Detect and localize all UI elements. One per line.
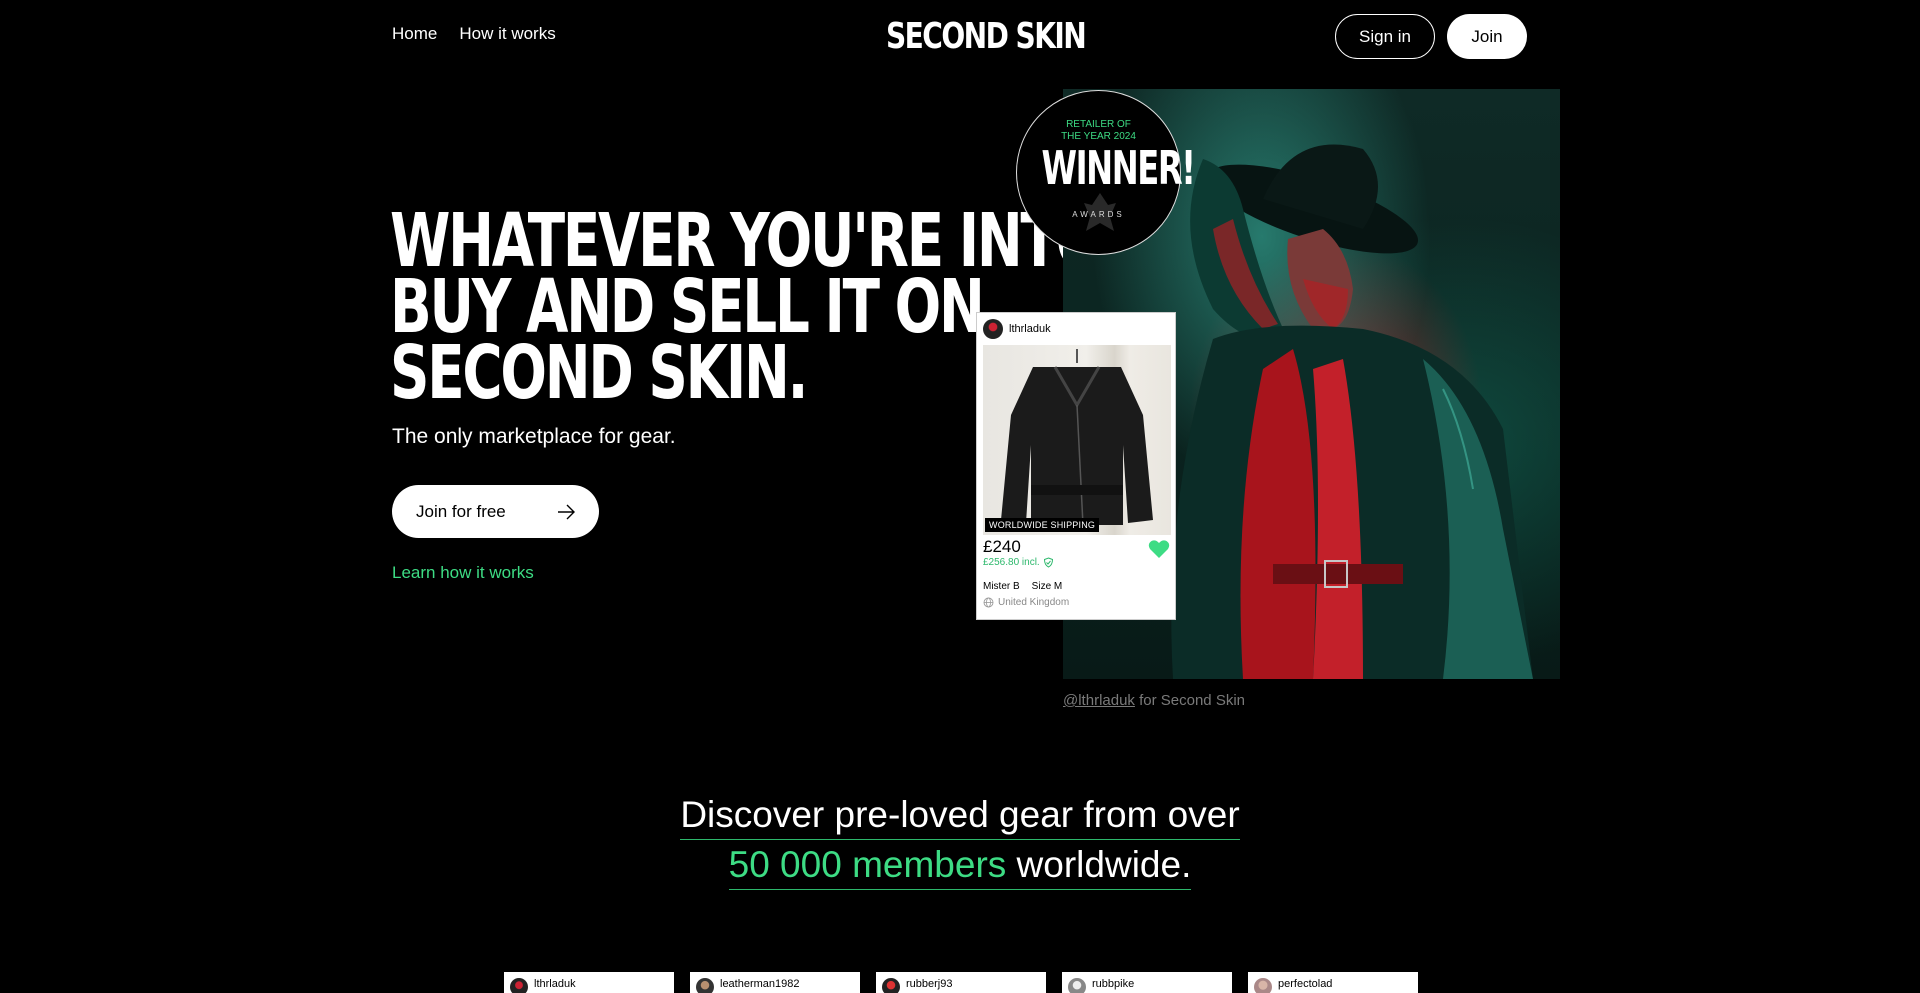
favorite-heart-icon[interactable]	[1148, 539, 1170, 559]
members-count-highlight: 50 000 members	[728, 844, 1007, 885]
listing-location-text: United Kingdom	[998, 597, 1070, 608]
nav-home-link[interactable]: Home	[392, 24, 437, 44]
member-card-username: rubbpike	[1092, 978, 1135, 990]
winner-award-badge: RETAILER OF THE YEAR 2024 WINNER! AWARDS	[1016, 90, 1196, 255]
avatar	[1254, 978, 1272, 993]
member-card[interactable]: leatherman1982	[690, 972, 860, 993]
join-button[interactable]: Join	[1447, 14, 1527, 59]
avatar	[510, 978, 528, 993]
listing-card[interactable]: lthrladuk WORLDWIDE SHIPPING £240 £256.8…	[976, 312, 1176, 620]
avatar	[696, 978, 714, 993]
award-badge-awards-text: AWARDS	[1072, 210, 1125, 219]
member-card[interactable]: perfectolad	[1248, 972, 1418, 993]
site-logo[interactable]: SECOND SKIN	[886, 16, 1087, 57]
nav-how-it-works-link[interactable]: How it works	[459, 24, 555, 44]
join-for-free-button[interactable]: Join for free	[392, 485, 599, 538]
member-card-username: leatherman1982	[720, 978, 800, 990]
nav-links: Home How it works	[392, 24, 556, 44]
listing-size: Size M	[1031, 581, 1063, 592]
globe-icon	[983, 597, 994, 608]
arrow-right-icon	[558, 504, 575, 520]
award-badge-caption-line: RETAILER OF	[1066, 119, 1131, 130]
sign-in-button[interactable]: Sign in	[1335, 14, 1435, 59]
discover-line-2-suffix: worldwide.	[1006, 844, 1192, 885]
award-badge-winner-text: WINNER!	[1041, 141, 1195, 195]
listing-seller-username: lthrladuk	[1009, 323, 1051, 335]
discover-heading: Discover pre-loved gear from over 50 000…	[0, 790, 1920, 890]
learn-how-it-works-link[interactable]: Learn how it works	[392, 563, 534, 583]
hero-subline: The only marketplace for gear.	[392, 425, 676, 448]
member-card-username: lthrladuk	[534, 978, 576, 990]
worldwide-shipping-tag: WORLDWIDE SHIPPING	[985, 518, 1100, 532]
photo-credit-suffix: for Second Skin	[1134, 692, 1245, 709]
buyer-protection-shield-icon	[1043, 557, 1053, 568]
member-card[interactable]: lthrladuk	[504, 972, 674, 993]
member-card-username: rubberj93	[906, 978, 953, 990]
listing-product-image[interactable]	[983, 345, 1171, 535]
photo-credit: @lthrladuk for Second Skin	[1063, 692, 1245, 709]
avatar	[882, 978, 900, 993]
discover-line-2: 50 000 members worldwide.	[728, 840, 1192, 890]
listing-price-incl-text: £256.80 incl.	[983, 557, 1040, 568]
listing-seller[interactable]: lthrladuk	[983, 319, 1051, 339]
listing-location: United Kingdom	[983, 597, 1069, 608]
photo-credit-handle-link[interactable]: @lthrladuk	[1063, 692, 1135, 709]
join-for-free-label: Join for free	[416, 501, 506, 521]
top-nav: Home How it works SECOND SKIN Sign in Jo…	[0, 0, 1920, 72]
listing-price: £240	[983, 537, 1021, 556]
avatar	[983, 319, 1003, 339]
listing-meta: Mister B Size M	[983, 581, 1062, 592]
member-card[interactable]: rubberj93	[876, 972, 1046, 993]
member-card[interactable]: rubbpike	[1062, 972, 1232, 993]
listing-price-incl: £256.80 incl.	[983, 557, 1054, 568]
member-card-username: perfectolad	[1278, 978, 1333, 990]
avatar	[1068, 978, 1086, 993]
leather-jacket-image	[1001, 349, 1153, 526]
discover-line-1: Discover pre-loved gear from over	[680, 790, 1240, 840]
award-badge-caption: RETAILER OF THE YEAR 2024	[1017, 119, 1180, 143]
listing-brand: Mister B	[983, 581, 1020, 592]
